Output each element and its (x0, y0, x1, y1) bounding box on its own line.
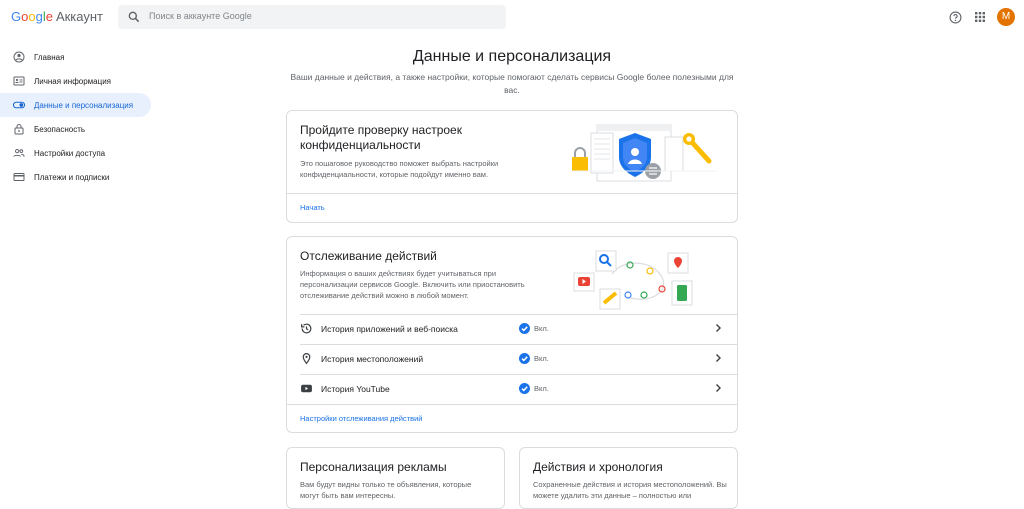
logo-letter: e (45, 9, 53, 24)
sidebar-nav: Главная Личная информация Данные и персо… (0, 45, 152, 189)
activity-controls-card: Отслеживание действий Информация о ваших… (286, 236, 738, 433)
search-bar[interactable]: Поиск в аккаунте Google (118, 5, 506, 29)
privacy-checkup-card: Пройдите проверку настроек конфиденциаль… (286, 110, 738, 223)
ad-personalization-card[interactable]: Персонализация рекламы Вам будут видны т… (286, 447, 505, 509)
sidebar-item-label: Главная (34, 52, 65, 62)
history-icon (301, 323, 312, 334)
sidebar-item-label: Данные и персонализация (34, 100, 134, 110)
home-icon (13, 51, 25, 63)
sidebar-item-home[interactable]: Главная (0, 45, 152, 69)
card-divider (287, 193, 737, 194)
search-input[interactable]: Поиск в аккаунте Google (149, 11, 252, 21)
timeline-card-description: Сохраненные действия и история местополо… (533, 480, 727, 500)
row-status: Вкл. (534, 324, 549, 333)
product-name: Аккаунт (55, 9, 104, 24)
sidebar-item-sharing[interactable]: Настройки доступа (0, 141, 152, 165)
row-label: История приложений и веб-поиска (321, 324, 458, 334)
privacy-checkup-illustration (571, 124, 717, 182)
start-link[interactable]: Начать (300, 203, 325, 212)
help-icon[interactable] (949, 11, 962, 24)
location-pin-icon (302, 353, 311, 365)
toggle-icon (13, 99, 25, 111)
checkmark-icon (519, 353, 530, 364)
activity-card-title: Отслеживание действий (300, 249, 437, 263)
row-label: История YouTube (321, 384, 390, 394)
sidebar-item-payments[interactable]: Платежи и подписки (0, 165, 152, 189)
row-label: История местоположений (321, 354, 424, 364)
avatar[interactable]: М (997, 8, 1015, 26)
sidebar-item-personal-info[interactable]: Личная информация (0, 69, 152, 93)
logo-letter: g (35, 9, 43, 24)
row-status: Вкл. (534, 384, 549, 393)
id-card-icon (13, 75, 25, 87)
chevron-right-icon (716, 324, 721, 332)
sidebar-item-security[interactable]: Безопасность (0, 117, 152, 141)
page-title: Данные и персонализация (412, 48, 612, 65)
ads-card-description: Вам будут видны только те объявления, ко… (300, 480, 472, 500)
activity-controls-illustration (573, 250, 693, 310)
sidebar-item-label: Платежи и подписки (34, 172, 110, 182)
google-account-logo[interactable]: Google Аккаунт (11, 9, 103, 24)
youtube-history-row[interactable]: История YouTube Вкл. (287, 374, 737, 404)
chevron-right-icon (716, 354, 721, 362)
ads-card-title: Персонализация рекламы (300, 460, 447, 474)
sidebar-item-data-personalization[interactable]: Данные и персонализация (0, 93, 151, 117)
top-bar: Google Аккаунт Поиск в аккаунте Google М (0, 0, 1024, 34)
timeline-card-title: Действия и хронология (533, 460, 663, 474)
location-history-row[interactable]: История местоположений Вкл. (287, 344, 737, 374)
page-subtitle: Ваши данные и действия, а также настройк… (290, 72, 734, 95)
sidebar-item-label: Безопасность (34, 124, 86, 134)
apps-grid-icon[interactable] (975, 12, 985, 22)
web-app-activity-row[interactable]: История приложений и веб-поиска Вкл. (287, 314, 737, 344)
privacy-card-title: Пройдите проверку настроек конфиденциаль… (300, 123, 462, 152)
credit-card-icon (13, 171, 25, 183)
lock-icon (13, 123, 25, 135)
search-icon (128, 11, 140, 23)
sidebar-item-label: Настройки доступа (34, 148, 106, 158)
chevron-right-icon (716, 384, 721, 392)
card-divider (287, 404, 737, 405)
privacy-card-description: Это пошаговое руководство поможет выбрат… (300, 159, 499, 179)
checkmark-icon (519, 383, 530, 394)
people-icon (13, 147, 25, 159)
activity-card-description: Информация о ваших действиях будет учиты… (300, 269, 525, 300)
row-status: Вкл. (534, 354, 549, 363)
activity-controls-link[interactable]: Настройки отслеживания действий (300, 414, 422, 423)
checkmark-icon (519, 323, 530, 334)
sidebar-item-label: Личная информация (34, 76, 112, 86)
activity-timeline-card[interactable]: Действия и хронология Сохраненные действ… (519, 447, 738, 509)
logo-letter: G (11, 9, 22, 24)
youtube-icon (301, 384, 312, 393)
logo-letter: o (28, 9, 36, 24)
